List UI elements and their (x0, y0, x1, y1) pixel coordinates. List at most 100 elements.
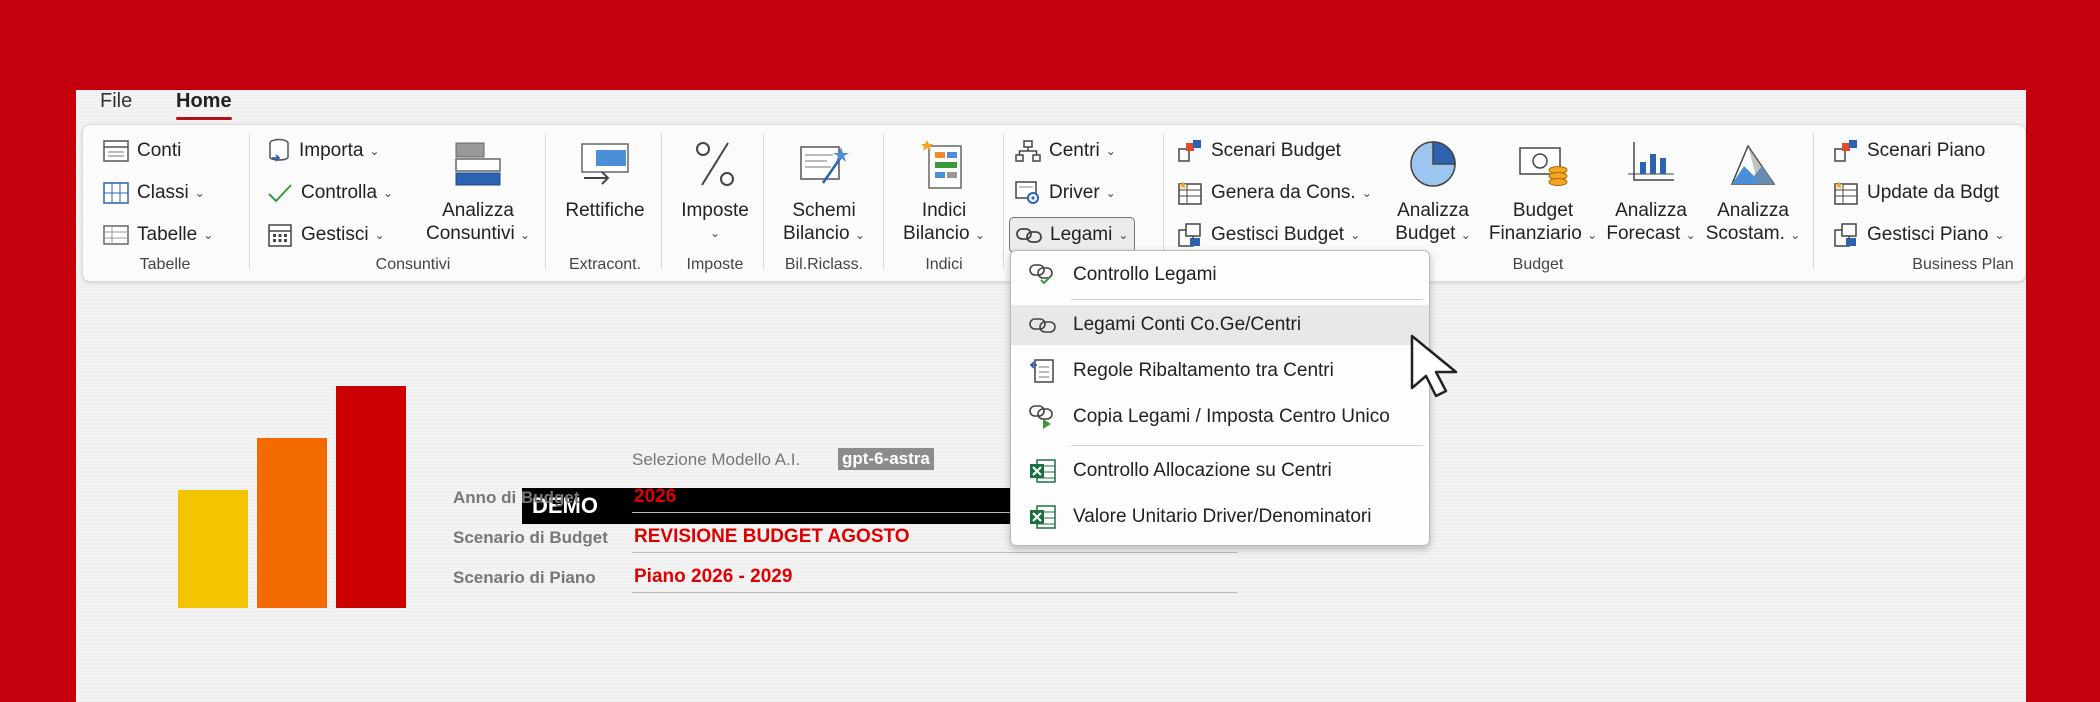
genera-da-cons-button[interactable]: Genera da Cons. ⌄ (1171, 175, 1378, 211)
database-import-icon (269, 138, 289, 162)
menu-item-controllo-legami[interactable]: Controllo Legami (1011, 255, 1429, 295)
menu-item-controllo-allocazione[interactable]: Controllo Allocazione su Centri (1011, 451, 1429, 491)
analizza-forecast-button[interactable]: Analizza Forecast ⌄ (1603, 131, 1699, 247)
menu-item-copia-legami[interactable]: Copia Legami / Imposta Centro Unico (1011, 397, 1429, 437)
pie-chart-icon (1410, 141, 1456, 187)
classi-button[interactable]: Classi ⌄ (97, 175, 211, 211)
driver-label: Driver (1049, 182, 1100, 203)
scostam-label-2: Scostam. (1705, 223, 1785, 244)
forecast-label-1: Analizza (1615, 200, 1687, 221)
divider (632, 552, 1238, 553)
chevron-down-icon: ⌄ (374, 228, 385, 242)
modello-value[interactable]: gpt-6-astra (838, 448, 934, 470)
anno-value[interactable]: 2026 (634, 486, 676, 508)
gestisci-budget-label: Gestisci Budget (1211, 224, 1345, 245)
gestisci-consuntivi-button[interactable]: Gestisci ⌄ (261, 217, 391, 253)
chevron-down-icon: ⌄ (519, 228, 531, 242)
group-divider (883, 133, 884, 269)
chevron-down-icon: ⌄ (1105, 144, 1116, 158)
logo-bar-orange (257, 438, 327, 608)
driver-button[interactable]: Driver ⌄ (1009, 175, 1122, 211)
scenari-piano-button[interactable]: Scenari Piano (1827, 133, 1991, 169)
analizza-budget-button[interactable]: Analizza Budget ⌄ (1385, 131, 1481, 247)
imposte-button[interactable]: Imposte ⌄ (667, 131, 763, 245)
bar-chart-icon (1628, 142, 1674, 181)
gestisci-budget-icon (1178, 223, 1201, 247)
chevron-down-icon: ⌄ (1361, 186, 1372, 200)
schemi-label-2: Bilancio (783, 223, 850, 244)
tab-home[interactable]: Home (176, 90, 232, 120)
link-icon (1029, 318, 1056, 333)
rettifiche-icon (581, 143, 629, 185)
group-label-bilriclass: Bil.Riclass. (784, 256, 864, 273)
group-label-tabelle: Tabelle (139, 256, 191, 273)
scenari-budget-button[interactable]: Scenari Budget (1171, 133, 1347, 169)
chevron-down-icon: ⌄ (709, 226, 721, 240)
menu-item-label: Copia Legami / Imposta Centro Unico (1073, 406, 1390, 427)
analizza-scostam-button[interactable]: Analizza Scostam. ⌄ (1701, 131, 1805, 247)
menu-item-regole-ribaltamento[interactable]: Regole Ribaltamento tra Centri (1011, 351, 1429, 391)
link-play-icon (1029, 405, 1053, 429)
group-divider (763, 133, 764, 269)
rettifiche-button[interactable]: Rettifiche (553, 131, 657, 222)
schemi-bilancio-button[interactable]: Schemi Bilancio ⌄ (769, 131, 879, 247)
table-list-icon (103, 140, 129, 162)
analizza-consuntivi-label-2: Consuntivi (425, 223, 515, 244)
legami-dropdown-menu: Controllo Legami Legami Conti Co.Ge/Cent… (1010, 250, 1430, 546)
indici-bilancio-button[interactable]: Indici Bilancio ⌄ (889, 131, 999, 247)
checkmark-icon (268, 184, 292, 203)
menu-bar: File Home (76, 90, 2026, 120)
driver-gear-icon (1015, 181, 1039, 204)
budget-finanziario-button[interactable]: Budget Finanziario ⌄ (1485, 131, 1601, 247)
controlla-label: Controlla (301, 182, 378, 203)
analizza-consuntivi-label-1: Analizza (442, 200, 514, 221)
scostam-label-1: Analizza (1717, 200, 1789, 221)
scenario-budget-value[interactable]: REVISIONE BUDGET AGOSTO (634, 526, 910, 548)
gestisci-budget-button[interactable]: Gestisci Budget ⌄ (1171, 217, 1366, 253)
chevron-down-icon: ⌄ (383, 186, 394, 200)
tabelle-button[interactable]: Tabelle ⌄ (97, 217, 219, 253)
gestisci-consuntivi-label: Gestisci (301, 224, 369, 245)
indici-label-2: Bilancio (903, 223, 970, 244)
analizza-consuntivi-button[interactable]: Analizza Consuntivi ⌄ (413, 131, 543, 247)
money-coins-icon (1519, 147, 1568, 186)
gestisci-piano-button[interactable]: Gestisci Piano ⌄ (1827, 217, 2011, 253)
anno-label: Anno di Budget (453, 488, 580, 507)
classi-label: Classi (137, 182, 189, 203)
scenario-piano-value[interactable]: Piano 2026 - 2029 (634, 566, 792, 588)
link-icon (1016, 228, 1042, 243)
group-label-consuntivi: Consuntivi (375, 256, 451, 273)
hierarchy-icon (1015, 140, 1041, 162)
centri-label: Centri (1049, 140, 1100, 161)
menu-item-valore-unitario[interactable]: Valore Unitario Driver/Denominatori (1011, 497, 1429, 537)
chevron-down-icon: ⌄ (1790, 228, 1801, 242)
chevron-down-icon: ⌄ (369, 144, 380, 158)
menu-item-label: Valore Unitario Driver/Denominatori (1073, 506, 1372, 527)
importa-button[interactable]: Importa ⌄ (261, 133, 385, 169)
centri-button[interactable]: Centri ⌄ (1009, 133, 1122, 169)
scenario-budget-label: Scenario di Budget (453, 528, 608, 547)
document-arrow-icon (1029, 359, 1054, 383)
tabelle-label: Tabelle (137, 224, 198, 245)
update-da-bdgt-button[interactable]: Update da Bdgt (1827, 175, 2005, 211)
divider (632, 592, 1238, 593)
conti-button[interactable]: Conti (97, 133, 187, 169)
gestisci-piano-label: Gestisci Piano (1867, 224, 1989, 245)
menu-separator (1071, 445, 1423, 446)
chevron-down-icon: ⌄ (1685, 228, 1696, 242)
tab-file[interactable]: File (100, 90, 132, 120)
menu-item-legami-conti[interactable]: Legami Conti Co.Ge/Centri (1011, 305, 1429, 345)
group-label-extracont: Extracont. (568, 256, 642, 273)
finanziario-label-2: Finanziario (1488, 223, 1582, 244)
chevron-down-icon: ⌄ (1350, 228, 1361, 242)
modello-label: Selezione Modello A.I. (632, 450, 801, 469)
schema-wand-icon (800, 146, 849, 184)
menu-separator (1071, 299, 1423, 300)
group-divider (1163, 133, 1164, 269)
stacked-panels-icon (455, 142, 501, 186)
group-label-business-plan: Business Plan (1912, 256, 2014, 273)
legami-button[interactable]: Legami ⌄ (1009, 217, 1136, 253)
rettifiche-label: Rettifiche (565, 200, 645, 221)
controlla-button[interactable]: Controlla ⌄ (261, 175, 399, 211)
analizza-budget-label-1: Analizza (1397, 200, 1469, 221)
